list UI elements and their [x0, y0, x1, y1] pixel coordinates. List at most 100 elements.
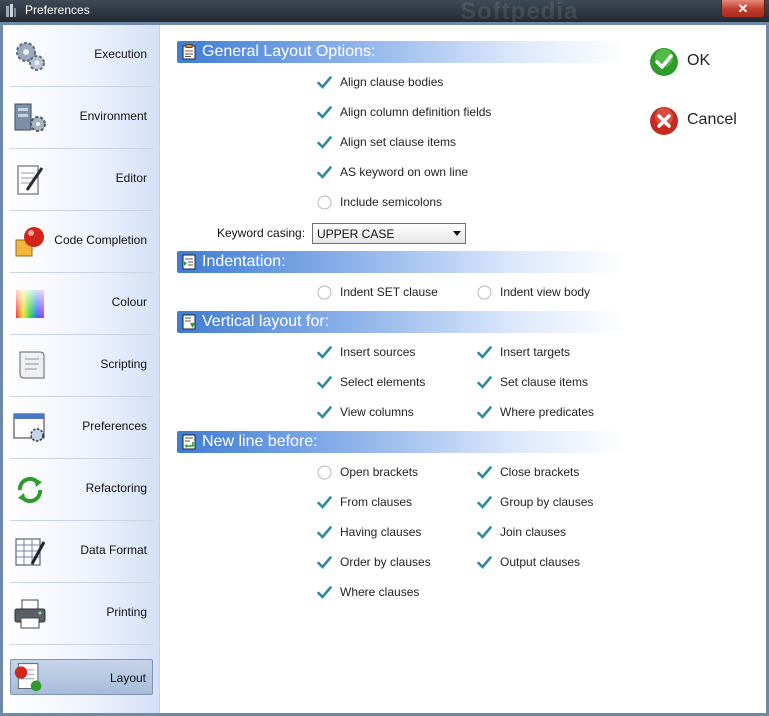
section-title: General Layout Options:	[202, 43, 376, 60]
section-general-layout: General Layout Options:	[177, 41, 627, 63]
sidebar-item-colour[interactable]: Colour	[10, 273, 153, 335]
chevron-down-icon	[453, 231, 461, 236]
checkbox-unchecked-icon	[317, 195, 332, 210]
option-label: Set clause items	[500, 375, 589, 389]
checkbox-checked-icon	[477, 496, 492, 509]
spreadsheet-pen-icon	[15, 538, 46, 566]
checkbox-checked-icon	[317, 376, 332, 389]
sidebar-item-label: Code Completion	[54, 233, 147, 247]
sidebar-item-label: Environment	[79, 109, 147, 123]
checkbox-unchecked-icon	[317, 285, 332, 300]
printer-icon	[14, 599, 46, 629]
option-label: Where predicates	[500, 405, 595, 419]
checkbox-unchecked-icon	[317, 465, 332, 480]
title-bar: Preferences Softpedia ✕	[0, 0, 769, 25]
option-label: Order by clauses	[340, 555, 431, 569]
checkbox-checked-icon	[477, 526, 492, 539]
keyword-casing-value: UPPER CASE	[317, 227, 395, 241]
ok-label: OK	[687, 52, 711, 69]
newline-doc-icon	[182, 434, 196, 450]
sidebar-item-data-format[interactable]: Data Format	[10, 521, 153, 583]
section-title: New line before:	[202, 433, 318, 450]
section-title: Indentation:	[202, 253, 286, 270]
vertical-doc-icon	[182, 314, 196, 330]
sidebar-item-label: Execution	[94, 47, 147, 61]
sidebar-item-layout[interactable]: Layout	[10, 659, 153, 695]
option-label: Insert targets	[500, 345, 571, 359]
checkbox-checked-icon	[477, 466, 492, 479]
close-button[interactable]: ✕	[721, 0, 765, 18]
sidebar-item-label: Scripting	[100, 357, 147, 371]
section-vertical-layout: Vertical layout for:	[177, 311, 627, 333]
checkbox-checked-icon	[317, 406, 332, 419]
sidebar: Execution Environment Editor Code Comple…	[3, 25, 160, 713]
option-label: View columns	[340, 405, 414, 419]
checkbox-checked-icon	[477, 406, 492, 419]
checkbox-checked-icon	[317, 76, 332, 89]
sidebar-item-label: Data Format	[80, 543, 147, 557]
sidebar-item-label: Layout	[109, 671, 146, 685]
checkmark-icon	[650, 48, 678, 76]
checkbox-checked-icon	[317, 586, 332, 599]
checkbox-checked-icon	[317, 106, 332, 119]
checkbox-checked-icon	[317, 346, 332, 359]
keyword-casing-select[interactable]: UPPER CASE	[312, 223, 466, 244]
option-label: Include semicolons	[340, 195, 443, 209]
cube-ball-icon	[15, 227, 44, 257]
section-title: Vertical layout for:	[202, 313, 330, 330]
option-label: Where clauses	[340, 585, 420, 599]
checkbox-checked-icon	[477, 376, 492, 389]
scroll-icon	[19, 351, 45, 379]
app-icon	[6, 4, 16, 17]
section-new-line-before: New line before:	[177, 431, 627, 453]
checkbox-checked-icon	[477, 346, 492, 359]
close-icon: ✕	[737, 1, 749, 16]
sidebar-item-label: Refactoring	[85, 481, 147, 495]
sidebar-item-editor[interactable]: Editor	[10, 149, 153, 211]
window-title: Preferences	[25, 3, 90, 17]
option-label: Join clauses	[500, 525, 567, 539]
option-label: Output clauses	[500, 555, 581, 569]
checkbox-checked-icon	[317, 496, 332, 509]
sidebar-item-preferences[interactable]: Preferences	[10, 397, 153, 459]
option-label: Align column definition fields	[340, 105, 492, 119]
option-label: Having clauses	[340, 525, 422, 539]
option-label: Indent SET clause	[340, 285, 438, 299]
server-gear-icon	[14, 103, 46, 132]
sidebar-item-label: Colour	[111, 295, 147, 309]
notepad-pen-icon	[17, 165, 44, 195]
sidebar-item-label: Preferences	[82, 419, 147, 433]
indent-doc-icon	[182, 254, 196, 270]
option-label: Select elements	[340, 375, 426, 389]
option-label: Indent view body	[500, 285, 591, 299]
checkbox-unchecked-icon	[477, 285, 492, 300]
refresh-arrows-icon	[17, 476, 43, 504]
checkbox-checked-icon	[317, 526, 332, 539]
option-label: Close brackets	[500, 465, 580, 479]
sidebar-item-label: Printing	[106, 605, 147, 619]
sidebar-item-scripting[interactable]: Scripting	[10, 335, 153, 397]
checkbox-checked-icon	[317, 136, 332, 149]
ok-button[interactable]: OK	[649, 47, 739, 79]
sidebar-item-refactoring[interactable]: Refactoring	[10, 459, 153, 521]
cancel-x-icon	[650, 107, 678, 135]
checkbox-checked-icon	[317, 556, 332, 569]
option-label: Open brackets	[340, 465, 419, 479]
sidebar-item-environment[interactable]: Environment	[10, 87, 153, 149]
option-label: Align clause bodies	[340, 75, 444, 89]
option-label: Group by clauses	[500, 495, 594, 509]
option-label: From clauses	[340, 495, 413, 509]
checkbox-checked-icon	[477, 556, 492, 569]
checkbox-checked-icon	[317, 166, 332, 179]
cancel-button[interactable]: Cancel	[649, 106, 749, 138]
layout-doc-icon	[14, 663, 42, 692]
sidebar-item-execution[interactable]: Execution	[10, 25, 153, 87]
sidebar-item-printing[interactable]: Printing	[10, 583, 153, 645]
sidebar-item-code-completion[interactable]: Code Completion	[10, 211, 153, 273]
section-indentation: Indentation:	[177, 251, 627, 273]
option-label: AS keyword on own line	[340, 165, 469, 179]
keyword-casing-label: Keyword casing:	[217, 226, 306, 240]
cancel-label: Cancel	[687, 111, 737, 128]
color-gradient-icon	[16, 290, 44, 318]
clipboard-icon	[182, 44, 196, 60]
